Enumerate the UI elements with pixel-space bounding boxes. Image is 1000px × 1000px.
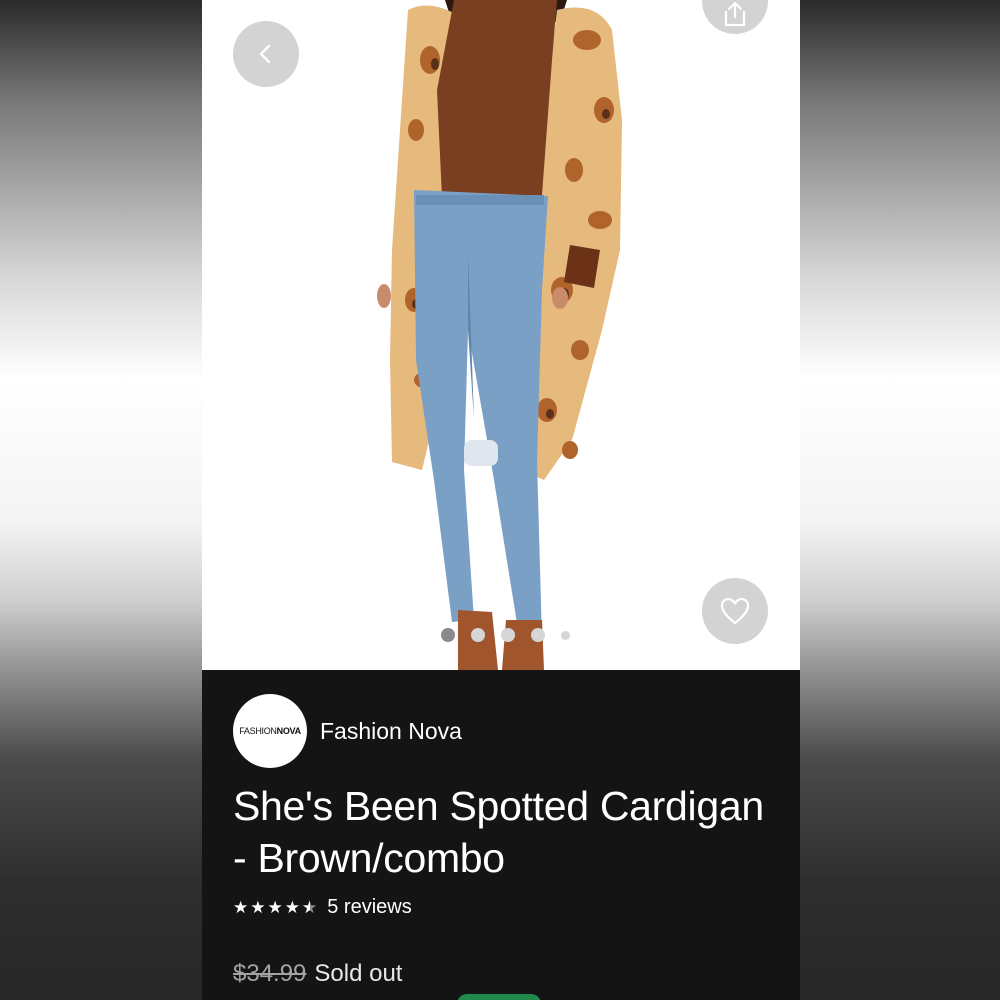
gallery-dot[interactable] — [530, 628, 545, 642]
price-row: $34.99 Sold out — [233, 960, 402, 988]
action-button[interactable] — [457, 994, 541, 1000]
brand-row[interactable]: FASHION NOVA Fashion Nova — [233, 694, 462, 768]
star-icon: ★ — [302, 898, 317, 918]
gallery-dot[interactable] — [470, 628, 485, 642]
star-rating: ★ ★ ★ ★ ★ — [233, 898, 317, 918]
product-image-gallery[interactable] — [202, 0, 800, 670]
original-price: $34.99 — [233, 960, 307, 987]
gallery-dot[interactable] — [560, 630, 570, 640]
brand-logo[interactable]: FASHION NOVA — [233, 694, 307, 768]
product-photo — [377, 0, 622, 670]
brand-logo-text: FASHION — [239, 726, 277, 736]
rating-row[interactable]: ★ ★ ★ ★ ★ 5 reviews — [233, 896, 412, 919]
stock-status: Sold out — [314, 960, 403, 987]
product-title: She's Been Spotted Cardigan - Brown/comb… — [233, 783, 764, 881]
share-icon — [724, 1, 746, 27]
gallery-dot[interactable] — [440, 628, 455, 642]
gallery-pagination — [202, 628, 800, 642]
gallery-dot[interactable] — [500, 628, 515, 642]
star-icon: ★ — [284, 897, 300, 917]
star-icon: ★ — [250, 897, 266, 917]
chevron-left-icon — [259, 44, 271, 64]
heart-icon — [720, 597, 750, 625]
product-info-panel: FASHION NOVA Fashion Nova She's Been Spot… — [202, 670, 800, 1000]
star-icon: ★ — [233, 897, 249, 917]
product-screen: FASHION NOVA Fashion Nova She's Been Spot… — [202, 0, 800, 1000]
brand-name[interactable]: Fashion Nova — [320, 718, 462, 745]
star-icon: ★ — [267, 897, 283, 917]
reviews-link[interactable]: 5 reviews — [327, 896, 411, 919]
brand-logo-text-bold: NOVA — [276, 726, 301, 736]
back-button[interactable] — [233, 21, 299, 87]
